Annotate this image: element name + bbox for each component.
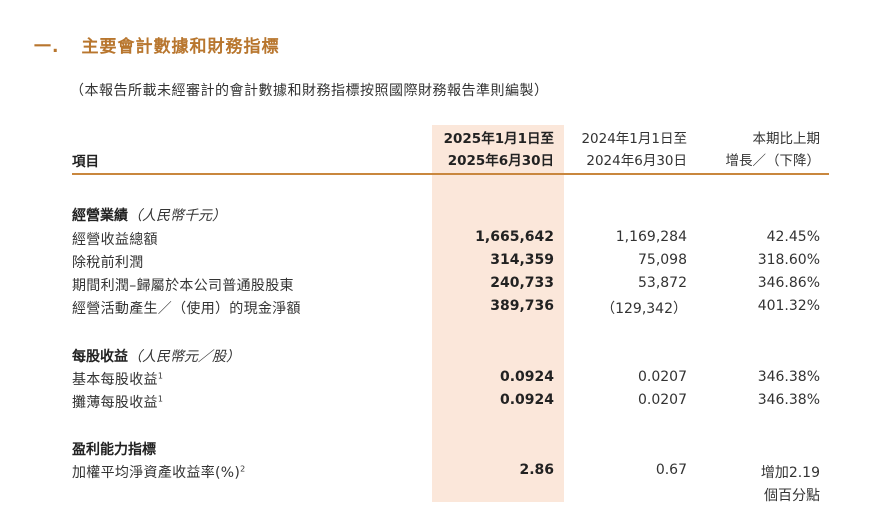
row-change-value: 346.38%: [757, 392, 820, 408]
group-unit: （人民幣千元）: [128, 208, 226, 224]
row-current-value: 0.0924: [499, 392, 554, 408]
header-current-line1: 2025年1月1日至: [443, 131, 554, 147]
group-title-operating-results: 經營業績（人民幣千元）: [72, 205, 226, 225]
header-current-line2: 2025年6月30日: [447, 153, 554, 169]
footnote-marker: 2: [240, 464, 246, 474]
row-label: 攤薄每股收益: [72, 395, 158, 411]
row-label: 除稅前利潤: [72, 255, 144, 271]
row-current-value: 2.86: [519, 462, 554, 478]
row-current-value: 314,359: [490, 252, 554, 268]
header-current-period: 2025年1月1日至 2025年6月30日: [444, 128, 554, 172]
header-item-column: 項目: [72, 154, 99, 170]
row-current-value: 1,665,642: [475, 229, 554, 245]
footnote-marker: 1: [157, 394, 164, 404]
header-prior-period: 2024年1月1日至 2024年6月30日: [581, 128, 687, 172]
row-current-value: 0.0924: [499, 369, 554, 385]
row-label: 經營收益總額: [72, 232, 158, 248]
row-prior-value: 0.0207: [638, 369, 687, 385]
group-title: 每股收益: [72, 349, 128, 365]
report-note: （本報告所載未經審計的會計數據和財務指標按照國際財務報告準則編製）: [70, 83, 549, 99]
row-change-value: 318.60%: [757, 252, 820, 268]
row-label: 期間利潤–歸屬於本公司普通股股東: [72, 278, 294, 294]
header-change: 本期比上期 增長／（下降）: [726, 128, 821, 172]
row-current-value: 389,736: [490, 298, 554, 314]
header-change-line2: 增長／（下降）: [725, 153, 821, 169]
row-prior-value: （129,342）: [601, 301, 687, 317]
group-title: 盈利能力指標: [72, 442, 156, 458]
section-number: 一.: [34, 37, 60, 57]
row-prior-value: 75,098: [638, 252, 687, 268]
section-title: 主要會計數據和財務指標: [81, 37, 280, 57]
header-prior-line2: 2024年6月30日: [586, 153, 687, 169]
row-label-wrap: 基本每股收益1: [72, 369, 163, 389]
row-label: 基本每股收益: [72, 372, 158, 388]
row-label-wrap: 攤薄每股收益1: [72, 392, 163, 412]
section-heading: 一. 主要會計數據和財務指標: [34, 32, 279, 57]
footnote-marker: 1: [157, 371, 164, 381]
row-prior-value: 0.67: [655, 462, 687, 478]
row-current-value: 240,733: [490, 275, 554, 291]
group-title: 經營業績: [72, 208, 128, 224]
row-change-value: 401.32%: [757, 298, 820, 314]
row-label: 經營活動產生／（使用）的現金淨額: [72, 301, 301, 317]
row-change-value: 42.45%: [766, 229, 820, 245]
group-title-profitability: 盈利能力指標: [72, 439, 156, 459]
header-rule: [72, 173, 829, 175]
row-label-wrap: 加權平均淨資產收益率(%)2: [72, 462, 246, 482]
group-title-eps: 每股收益（人民幣元／股）: [72, 346, 240, 366]
row-change-value-cont: 個百分點: [764, 488, 820, 504]
row-prior-value: 53,872: [638, 275, 687, 291]
row-prior-value: 1,169,284: [615, 229, 687, 245]
row-label: 加權平均淨資產收益率(%): [72, 465, 241, 481]
row-change-value: 346.86%: [757, 275, 820, 291]
row-prior-value: 0.0207: [638, 392, 687, 408]
row-change-value: 增加2.19: [760, 465, 820, 481]
row-change-value: 346.38%: [757, 369, 820, 385]
header-change-line1: 本期比上期: [752, 131, 821, 147]
group-unit: （人民幣元／股）: [128, 349, 240, 365]
header-prior-line1: 2024年1月1日至: [581, 131, 687, 147]
